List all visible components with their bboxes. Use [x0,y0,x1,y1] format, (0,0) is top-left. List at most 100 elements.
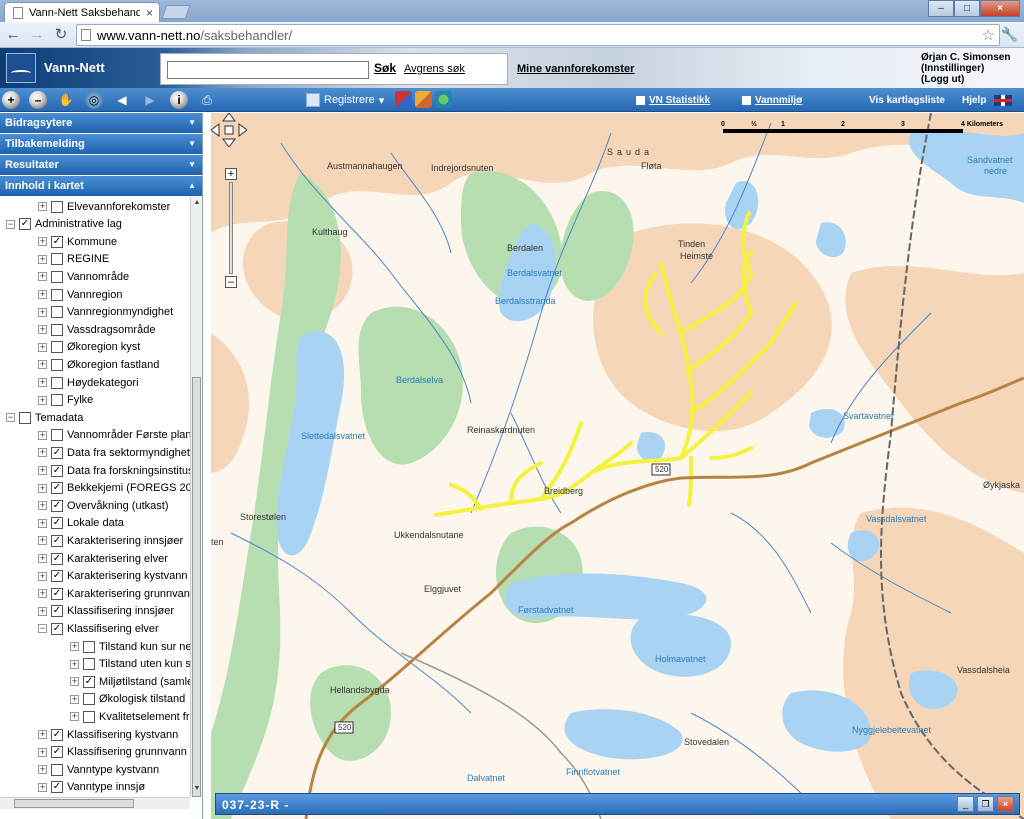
new-tab-button[interactable] [161,5,191,19]
layer-tree-item[interactable]: + Vannregion [38,286,122,303]
layer-tree-item[interactable]: + Fylke [38,392,93,409]
zoom-in-icon[interactable]: + [225,168,237,180]
expand-icon[interactable]: + [38,571,47,581]
expand-icon[interactable]: + [38,290,47,299]
expand-icon[interactable]: + [70,659,79,669]
info-icon[interactable]: i [170,91,188,109]
next-extent-icon[interactable]: ▶ [141,91,159,109]
layer-checkbox[interactable]: ✓ [51,570,63,583]
layer-tree-item[interactable]: + Tilstand uten kun su [70,656,190,673]
layer-checkbox[interactable] [51,763,63,776]
expand-icon[interactable]: + [38,237,47,247]
expand-icon[interactable]: + [38,501,47,511]
layer-checkbox[interactable] [83,693,95,706]
back-icon[interactable]: ← [3,25,23,45]
layer-tree-item[interactable]: − Temadata [6,409,83,426]
layer-tree-item[interactable]: + ✓ Klassifisering kystvann [38,726,178,743]
layer-checkbox[interactable]: ✓ [51,499,63,512]
layer-checkbox[interactable] [19,411,31,424]
layer-checkbox[interactable]: ✓ [51,552,63,565]
layer-tree-item[interactable]: − ✓ Klassifisering elver [38,620,159,637]
search-button[interactable]: Søk [374,61,396,75]
expand-icon[interactable]: + [38,466,47,475]
scroll-down-icon[interactable]: ▼ [193,785,201,792]
expand-icon[interactable]: + [38,395,47,405]
layer-tree-item[interactable]: + Vassdragsområde [38,321,155,338]
expand-icon[interactable]: + [38,325,47,335]
layer-checkbox[interactable]: ✓ [51,517,63,530]
restore-panel-button[interactable]: ❐ [977,796,994,812]
layer-tree-item[interactable]: + ✓ Karakterisering grunnvann [38,585,190,602]
layer-checkbox[interactable] [51,288,63,301]
select-tool-icon[interactable] [395,91,412,108]
zoom-slider[interactable]: + – [225,168,237,288]
vannmiljo-link[interactable]: Vannmiljø [742,95,802,106]
collapse-icon[interactable]: − [6,413,15,423]
browser-tab[interactable]: Vann-Nett Saksbehandler × [4,2,160,22]
layer-tree-item[interactable]: + ✓ Lokale data [38,515,124,532]
settings-link[interactable]: (Innstillinger) [921,63,1010,74]
add-user-icon[interactable] [435,91,452,108]
expand-icon[interactable]: + [70,694,79,704]
layer-checkbox[interactable]: ✓ [51,622,63,635]
search-input[interactable] [167,61,369,79]
layer-tree-item[interactable]: + ✓ Miljøtilstand (samlet [70,673,190,690]
layer-checkbox[interactable]: ✓ [51,746,63,759]
layer-tree-item[interactable]: + ✓ Karakterisering elver [38,550,168,567]
layer-checkbox[interactable]: ✓ [51,781,63,794]
layer-checkbox[interactable] [83,640,95,653]
expand-icon[interactable]: + [38,342,47,352]
scroll-up-icon[interactable]: ▲ [193,199,201,206]
layer-checkbox[interactable] [83,658,95,671]
expand-icon[interactable]: + [70,677,79,687]
layer-checkbox[interactable] [51,358,63,371]
expand-icon[interactable]: + [38,360,47,370]
zoom-track[interactable] [229,182,233,274]
layer-tree-item[interactable]: + Vannområde [38,268,129,285]
reload-icon[interactable]: ↻ [51,25,71,45]
layer-tree-item[interactable]: + Vannregionmyndighet [38,304,173,321]
minimize-button[interactable]: – [928,0,954,17]
accordion-header[interactable]: Innhold i kartet ▲ [0,176,202,196]
previous-extent-icon[interactable]: ◀ [113,91,131,109]
layer-tree-item[interactable]: − ✓ Administrative lag [6,216,122,233]
accordion-header[interactable]: Resultater ▼ [0,155,202,175]
zoom-out-icon[interactable]: – [29,91,47,109]
english-flag-icon[interactable] [994,95,1012,106]
expand-icon[interactable]: + [38,730,47,739]
accordion-header[interactable]: Bidragsytere ▼ [0,113,202,133]
draw-pencil-icon[interactable] [415,91,432,108]
expand-icon[interactable]: + [38,483,47,493]
layer-checkbox[interactable] [51,323,63,336]
expand-icon[interactable]: + [38,272,47,282]
collapse-icon[interactable]: − [6,219,15,229]
layer-checkbox[interactable]: ✓ [51,605,63,618]
layer-checkbox[interactable]: ✓ [51,728,63,741]
expand-icon[interactable]: + [70,642,79,651]
layer-checkbox[interactable]: ✓ [19,218,31,231]
layer-checkbox[interactable]: ✓ [51,235,63,248]
expand-icon[interactable]: + [38,782,47,792]
expand-icon[interactable]: + [38,589,47,599]
layer-checkbox[interactable] [51,306,63,319]
layer-tree-item[interactable]: + Økoregion kyst [38,339,140,356]
layer-checkbox[interactable]: ✓ [51,587,63,600]
refine-search-link[interactable]: Avgrens søk [404,63,465,75]
expand-icon[interactable]: + [70,712,79,722]
hscrollbar-thumb[interactable] [14,799,134,808]
layer-tree-item[interactable]: + ✓ Data fra sektormyndighete [38,444,190,461]
expand-icon[interactable]: + [38,606,47,616]
expand-icon[interactable]: + [38,307,47,317]
layer-tree-item[interactable]: + ✓ Bekkekjemi (FOREGS 2008 [38,480,190,497]
layer-checkbox[interactable] [51,429,63,442]
expand-icon[interactable]: + [38,536,47,546]
layer-checkbox[interactable] [51,341,63,354]
expand-icon[interactable]: + [38,518,47,528]
layer-checkbox[interactable] [51,394,63,407]
maximize-button[interactable]: □ [954,0,980,17]
layer-checkbox[interactable]: ✓ [51,534,63,547]
expand-icon[interactable]: + [38,448,47,458]
layer-tree-item[interactable]: + Høydekategori [38,374,139,391]
expand-icon[interactable]: + [38,554,47,563]
layer-tree-item[interactable]: + ✓ Karakterisering kystvann [38,568,187,585]
